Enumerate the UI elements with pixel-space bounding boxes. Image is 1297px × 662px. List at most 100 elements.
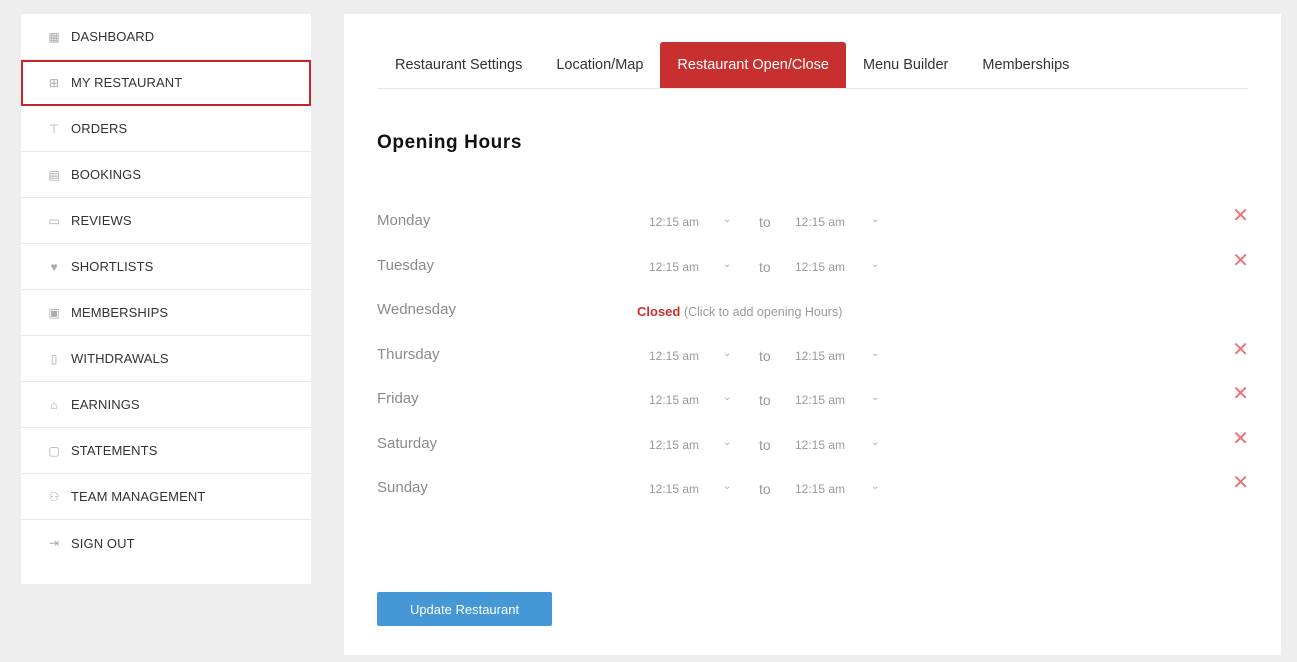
sidebar-item-label: SIGN OUT — [71, 535, 135, 551]
chevron-down-icon[interactable]: ⌄ — [723, 392, 731, 403]
close-time-select[interactable]: 12:15 am — [795, 482, 845, 496]
reviews-icon: ▭ — [48, 213, 60, 228]
day-label: Monday — [377, 212, 431, 229]
close-time-select[interactable]: 12:15 am — [795, 393, 845, 407]
sidebar-item-earnings[interactable]: ⌂ EARNINGS — [21, 382, 311, 428]
open-time-select[interactable]: 12:15 am — [649, 349, 699, 363]
sidebar-item-memberships[interactable]: ▣ MEMBERSHIPS — [21, 290, 311, 336]
earnings-icon: ⌂ — [50, 397, 58, 412]
open-time-select[interactable]: 12:15 am — [649, 482, 699, 496]
sidebar-item-label: EARNINGS — [71, 397, 140, 412]
chevron-down-icon[interactable]: ⌄ — [723, 481, 731, 492]
chevron-down-icon[interactable]: ⌄ — [871, 259, 879, 270]
close-time-select[interactable]: 12:15 am — [795, 438, 845, 452]
dashboard-icon: ▦ — [48, 29, 60, 44]
page-title: Opening Hours — [377, 132, 523, 153]
day-label: Tuesday — [377, 256, 434, 274]
to-label: to — [759, 481, 771, 497]
membership-card-icon: ▣ — [48, 305, 60, 320]
chevron-down-icon[interactable]: ⌄ — [871, 348, 879, 359]
sidebar-item-withdrawals[interactable]: ▯ WITHDRAWALS — [21, 336, 311, 382]
sidebar-item-dashboard[interactable]: ▦ DASHBOARD — [21, 14, 311, 60]
day-row: Tuesday 12:15 am ⌄ to 12:15 am ⌄ ✕ — [377, 243, 1249, 288]
sidebar-item-my-restaurant[interactable]: ⊞ MY RESTAURANT — [21, 60, 311, 106]
sidebar-item-label: STATEMENTS — [71, 443, 158, 458]
statements-icon: ▢ — [48, 443, 60, 458]
closed-note: (Click to add opening Hours) — [683, 305, 843, 319]
close-time-select[interactable]: 12:15 am — [795, 215, 845, 229]
day-row: Sunday 12:15 am ⌄ to 12:15 am ⌄ ✕ — [377, 465, 1249, 510]
sign-out-icon: ⇥ — [48, 536, 60, 550]
closed-status[interactable]: Closed (Click to add opening Hours) — [637, 304, 842, 319]
team-icon: ⚇ — [48, 489, 60, 504]
bookings-icon: ▤ — [48, 167, 60, 182]
sidebar-item-statements[interactable]: ▢ STATEMENTS — [21, 428, 311, 474]
day-row: Thursday 12:15 am ⌄ to 12:15 am ⌄ ✕ — [377, 332, 1249, 377]
chevron-down-icon[interactable]: ⌄ — [871, 437, 879, 448]
opening-hours-list: Monday 12:15 am ⌄ to 12:15 am ⌄ ✕ Tuesday 12:15 … — [377, 198, 1249, 510]
sidebar-item-sign-out[interactable]: ⇥ SIGN OUT — [21, 520, 311, 566]
tab-location-map[interactable]: Location/Map — [539, 42, 660, 88]
day-label: Friday — [377, 390, 419, 407]
tab-restaurant-settings[interactable]: Restaurant Settings — [377, 42, 539, 88]
day-label: Wednesday — [377, 301, 456, 318]
remove-icon[interactable]: ✕ — [1232, 429, 1249, 449]
day-row: Friday 12:15 am ⌄ to 12:15 am ⌄ ✕ — [377, 376, 1249, 421]
open-time-select[interactable]: 12:15 am — [649, 393, 699, 407]
sidebar-item-label: TEAM MANAGEMENT — [71, 489, 206, 504]
day-row: Monday 12:15 am ⌄ to 12:15 am ⌄ ✕ — [377, 198, 1249, 243]
sidebar-item-label: MEMBERSHIPS — [71, 305, 169, 320]
remove-icon[interactable]: ✕ — [1232, 340, 1249, 360]
withdrawals-icon: ▯ — [50, 351, 58, 366]
chevron-down-icon[interactable]: ⌄ — [723, 348, 731, 359]
remove-icon[interactable]: ✕ — [1232, 384, 1249, 404]
sidebar-item-label: REVIEWS — [71, 213, 132, 228]
sidebar-item-label: DASHBOARD — [71, 29, 155, 44]
sidebar-item-bookings[interactable]: ▤ BOOKINGS — [21, 152, 311, 198]
close-time-select[interactable]: 12:15 am — [795, 349, 845, 363]
close-time-select[interactable]: 12:15 am — [795, 260, 845, 274]
remove-icon[interactable]: ✕ — [1232, 473, 1249, 493]
sidebar-item-label: MY RESTAURANT — [71, 75, 183, 90]
day-row: Saturday 12:15 am ⌄ to 12:15 am ⌄ ✕ — [377, 421, 1249, 466]
chevron-down-icon[interactable]: ⌄ — [723, 214, 731, 225]
tab-memberships[interactable]: Memberships — [965, 42, 1086, 88]
open-time-select[interactable]: 12:15 am — [649, 438, 699, 452]
open-time-select[interactable]: 12:15 am — [649, 260, 699, 274]
open-time-select[interactable]: 12:15 am — [649, 215, 699, 229]
heart-icon: ♥ — [50, 259, 58, 274]
to-label: to — [759, 436, 771, 453]
to-label: to — [759, 214, 771, 230]
tab-restaurant-open-close[interactable]: Restaurant Open/Close — [660, 42, 846, 88]
sidebar-item-label: SHORTLISTS — [71, 259, 154, 274]
sidebar-item-label: BOOKINGS — [71, 167, 142, 182]
main-panel: Restaurant Settings Location/Map Restauran… — [344, 14, 1281, 655]
day-label: Sunday — [377, 479, 428, 496]
sidebar-item-team-management[interactable]: ⚇ TEAM MANAGEMENT — [21, 474, 311, 520]
chevron-down-icon[interactable]: ⌄ — [871, 214, 879, 225]
sidebar-item-orders[interactable]: ⊤ ORDERS — [21, 106, 311, 152]
day-row: Wednesday Closed (Click to add opening Ho… — [377, 287, 1249, 332]
day-label: Saturday — [377, 434, 438, 452]
tab-menu-builder[interactable]: Menu Builder — [846, 42, 965, 88]
closed-label: Closed — [637, 304, 681, 319]
remove-icon[interactable]: ✕ — [1232, 251, 1249, 271]
update-restaurant-button[interactable]: Update Restaurant — [377, 592, 552, 626]
to-label: to — [759, 347, 771, 364]
chevron-down-icon[interactable]: ⌄ — [723, 259, 731, 270]
sidebar: ▦ DASHBOARD ⊞ MY RESTAURANT ⊤ ORDERS ▤ BOOKINGS… — [21, 14, 311, 584]
sidebar-item-reviews[interactable]: ▭ REVIEWS — [21, 198, 311, 244]
sidebar-item-label: ORDERS — [71, 121, 128, 136]
tab-bar: Restaurant Settings Location/Map Restauran… — [377, 42, 1248, 89]
to-label: to — [759, 258, 771, 275]
restaurant-icon: ⊞ — [48, 75, 60, 90]
chevron-down-icon[interactable]: ⌄ — [871, 392, 879, 403]
chevron-down-icon[interactable]: ⌄ — [871, 481, 879, 492]
day-label: Thursday — [377, 345, 440, 363]
cart-icon: ⊤ — [48, 121, 60, 136]
remove-icon[interactable]: ✕ — [1232, 206, 1249, 226]
sidebar-item-label: WITHDRAWALS — [71, 351, 169, 366]
sidebar-item-shortlists[interactable]: ♥ SHORTLISTS — [21, 244, 311, 290]
chevron-down-icon[interactable]: ⌄ — [723, 437, 731, 448]
to-label: to — [759, 392, 771, 408]
